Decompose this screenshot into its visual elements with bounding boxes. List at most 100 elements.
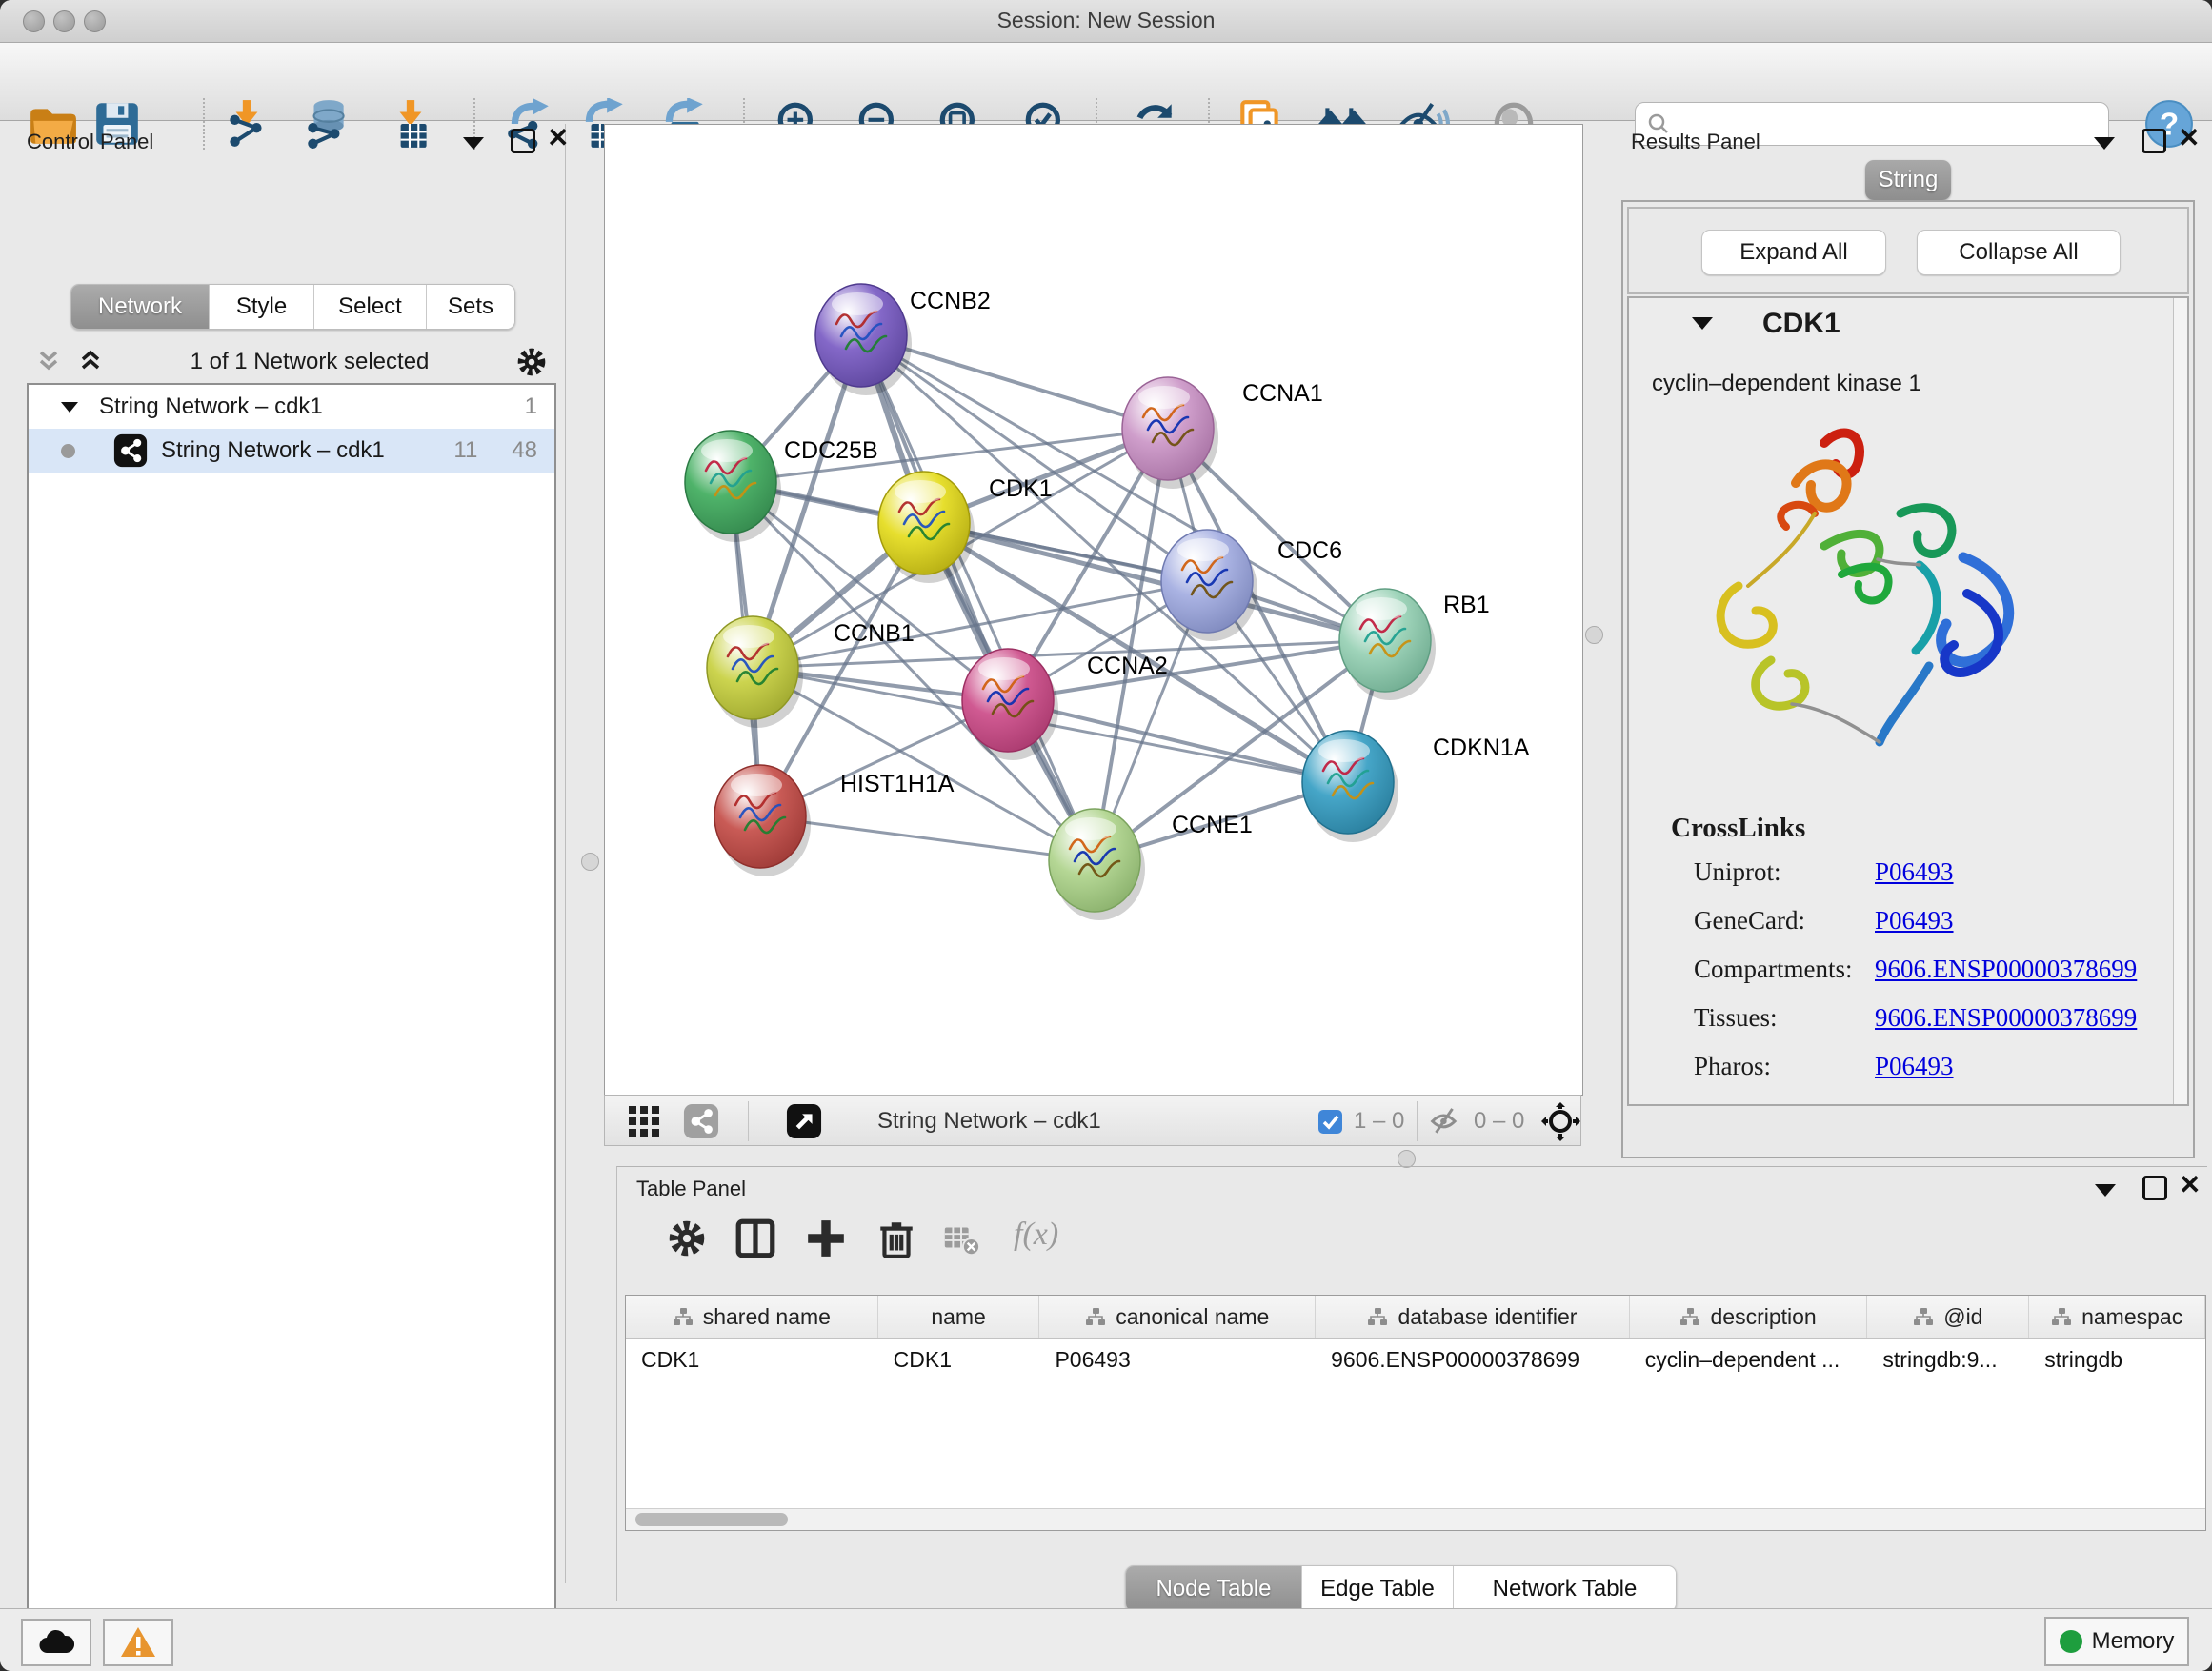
column-header-description[interactable]: description [1630, 1296, 1868, 1338]
column-header-canonicalname[interactable]: canonical name [1039, 1296, 1316, 1338]
statusbar-separator [1417, 1101, 1418, 1141]
cloud-button[interactable] [21, 1619, 91, 1666]
warning-icon [119, 1625, 157, 1660]
memory-label: Memory [2092, 1628, 2175, 1655]
network-collection-row[interactable]: String Network – cdk1 1 [29, 385, 554, 429]
node-cdc25b[interactable] [685, 431, 781, 542]
table-settings-gear-icon[interactable] [665, 1217, 709, 1260]
node-ccne1[interactable] [1049, 809, 1145, 920]
crosslink-label: Compartments: [1694, 955, 1852, 984]
results-panel-menu-icon[interactable] [2094, 137, 2115, 150]
control-panel: Control Panel ✕ NetworkStyleSelectSets 1… [8, 124, 566, 1583]
collection-expand-icon[interactable] [61, 402, 78, 413]
table-panel-menu-icon[interactable] [2095, 1184, 2116, 1197]
left-splitter-handle[interactable] [581, 853, 599, 871]
delete-column-icon[interactable] [875, 1217, 918, 1260]
node-rb1[interactable] [1339, 589, 1436, 700]
entry-collapse-icon[interactable] [1692, 317, 1713, 330]
table-panel: Table Panel ✕ f(x) shared namenamecanoni… [616, 1166, 2207, 1601]
selected-checkbox-icon[interactable] [1317, 1109, 1343, 1135]
node-ccnb1[interactable] [707, 616, 803, 728]
node-ccnb2[interactable] [815, 284, 912, 395]
node-hist1h1a[interactable] [714, 765, 811, 876]
table-panel-float-icon[interactable] [2142, 1176, 2167, 1200]
network-options-gear-icon[interactable] [514, 345, 549, 379]
entry-name: CDK1 [1762, 308, 1840, 340]
tab-node-table[interactable]: Node Table [1126, 1566, 1302, 1611]
column-header-namespac[interactable]: namespac [2029, 1296, 2205, 1338]
edge-ccna2-cdkn1a[interactable] [1008, 700, 1348, 782]
table-cell: CDK1 [878, 1339, 1040, 1380]
network-node-count: 11 [453, 437, 477, 464]
tab-string[interactable]: String [1865, 160, 1951, 200]
grid-view-icon[interactable] [626, 1103, 662, 1139]
results-panel-float-icon[interactable] [2142, 129, 2166, 153]
string-view-icon[interactable] [683, 1103, 719, 1139]
crosslink-row: Pharos: P06493 [1629, 1052, 2174, 1100]
column-label: namespac [2081, 1304, 2182, 1330]
node-cdkn1a[interactable] [1302, 731, 1398, 842]
network-current-dot-icon [61, 444, 75, 458]
results-scrollbar[interactable] [2173, 298, 2187, 1104]
tab-select[interactable]: Select [314, 285, 427, 329]
results-panel-title: Results Panel [1631, 130, 1760, 154]
crosslink-label: Pharos: [1694, 1052, 1771, 1081]
control-panel-float-icon[interactable] [511, 129, 535, 153]
tab-edge-table[interactable]: Edge Table [1302, 1566, 1454, 1611]
control-panel-tabs: NetworkStyleSelectSets [70, 284, 515, 330]
entry-header[interactable]: CDK1 [1629, 298, 2174, 352]
results-content: Expand All Collapse All CDK1 cyclin–depe… [1621, 200, 2195, 1158]
warnings-button[interactable] [103, 1619, 173, 1666]
node-cdk1[interactable] [878, 472, 975, 583]
crosslink-link[interactable]: 9606.ENSP00000378699 [1875, 955, 2137, 984]
hidden-eye-icon[interactable] [1430, 1105, 1462, 1137]
crosslink-link[interactable]: P06493 [1875, 857, 1954, 887]
add-column-icon[interactable] [804, 1217, 848, 1260]
network-canvas[interactable]: CCNB2CCNA1CDC25BCDK1CDC6RB1CCNB1CCNA2CDK… [604, 124, 1583, 1096]
window-title: Session: New Session [0, 8, 2212, 33]
delete-table-icon[interactable] [941, 1217, 981, 1260]
network-view-statusbar: String Network – cdk1 1 – 0 0 – 0 [604, 1095, 1581, 1146]
results-panel-close-icon[interactable]: ✕ [2178, 128, 2200, 149]
node-ccna1[interactable] [1122, 377, 1218, 489]
column-header-name[interactable]: name [878, 1296, 1040, 1338]
network-list-header: 1 of 1 Network selected [27, 341, 553, 383]
table-row[interactable]: CDK1CDK1P064939606.ENSP00000378699cyclin… [626, 1339, 2205, 1380]
crosslink-link[interactable]: P06493 [1875, 1052, 1954, 1081]
memory-button[interactable]: Memory [2044, 1617, 2189, 1666]
table-cell: 9606.ENSP00000378699 [1316, 1339, 1630, 1380]
node-label-cdk1: CDK1 [989, 475, 1053, 502]
tab-network[interactable]: Network [71, 285, 210, 329]
right-splitter-handle[interactable] [1585, 626, 1603, 644]
network-row[interactable]: String Network – cdk1 11 48 [29, 429, 554, 473]
expand-all-button[interactable]: Expand All [1701, 230, 1886, 275]
node-ccna2[interactable] [962, 649, 1058, 760]
column-header-sharedname[interactable]: shared name [626, 1296, 878, 1338]
open-in-window-icon[interactable] [786, 1103, 822, 1139]
crosslink-link[interactable]: 9606.ENSP00000378699 [1875, 1003, 2137, 1033]
tab-sets[interactable]: Sets [427, 285, 514, 329]
table-cell: stringdb [2029, 1339, 2205, 1380]
node-label-cdkn1a: CDKN1A [1433, 735, 1530, 761]
column-tree-icon [1679, 1307, 1700, 1326]
tab-style[interactable]: Style [210, 285, 314, 329]
crosslink-row: Uniprot:P06493 [1629, 857, 2174, 906]
table-header-row: shared namenamecanonical namedatabase id… [626, 1296, 2205, 1339]
fit-content-icon[interactable] [1540, 1101, 1580, 1141]
control-panel-close-icon[interactable]: ✕ [547, 128, 569, 149]
column-header-databaseidentifier[interactable]: database identifier [1316, 1296, 1630, 1338]
column-header-id[interactable]: @id [1867, 1296, 2029, 1338]
split-panel-icon[interactable] [734, 1217, 777, 1260]
crosslink-label: GeneCard: [1694, 906, 1805, 936]
collapse-all-button[interactable]: Collapse All [1917, 230, 2121, 275]
control-panel-menu-icon[interactable] [463, 137, 484, 150]
node-label-ccna1: CCNA1 [1242, 380, 1323, 407]
tab-network-table[interactable]: Network Table [1454, 1566, 1676, 1611]
expand-all-icon[interactable] [76, 348, 105, 376]
title-bar: Session: New Session [0, 0, 2212, 43]
crosslink-link[interactable]: P06493 [1875, 906, 1954, 936]
table-panel-close-icon[interactable]: ✕ [2179, 1175, 2201, 1196]
scrollbar-thumb[interactable] [635, 1513, 788, 1526]
collapse-all-icon[interactable] [34, 348, 63, 376]
main-toolbar: ? [0, 43, 2212, 121]
